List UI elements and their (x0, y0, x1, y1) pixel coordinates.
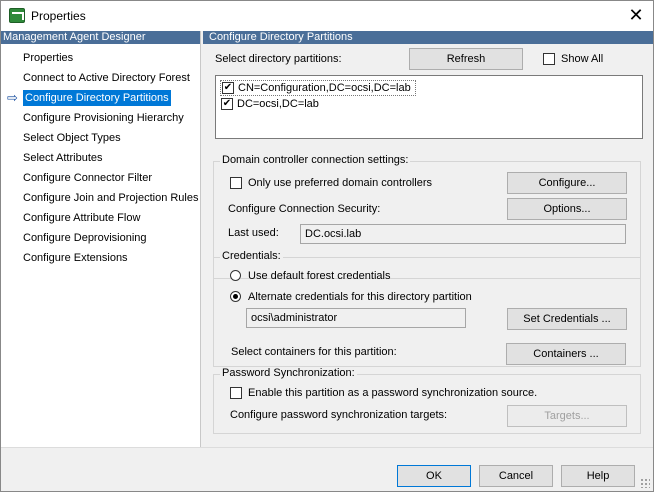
page-title: Configure Directory Partitions (203, 31, 653, 44)
title-bar: Properties ✕ (1, 1, 653, 31)
resize-grip-icon[interactable] (640, 478, 650, 488)
nav-item-join-projection[interactable]: Configure Join and Projection Rules (1, 188, 200, 208)
nav-item-provisioning-hierarchy[interactable]: Configure Provisioning Hierarchy (1, 108, 200, 128)
password-sync-title: Password Synchronization: (220, 367, 357, 379)
preferred-dc-label: Only use preferred domain controllers (248, 177, 433, 189)
ok-button[interactable]: OK (397, 465, 471, 487)
close-icon[interactable]: ✕ (619, 1, 653, 31)
partition-checkbox[interactable]: ✔ (221, 98, 233, 110)
nav-item-label: Select Attributes (23, 152, 103, 164)
targets-button[interactable]: Targets... (507, 405, 627, 427)
properties-dialog: Properties ✕ Management Agent Designer P… (0, 0, 654, 492)
window-title: Properties (31, 9, 86, 23)
list-item[interactable]: ✔ CN=Configuration,DC=ocsi,DC=lab (220, 80, 416, 96)
partition-name: CN=Configuration,DC=ocsi,DC=lab (238, 82, 411, 94)
nav-item-properties[interactable]: Properties (1, 48, 200, 68)
cancel-button[interactable]: Cancel (479, 465, 553, 487)
nav-item-attribute-flow[interactable]: Configure Attribute Flow (1, 208, 200, 228)
help-button[interactable]: Help (561, 465, 635, 487)
nav-pane-header: Management Agent Designer (1, 31, 200, 44)
nav-item-connect-forest[interactable]: Connect to Active Directory Forest (1, 68, 200, 88)
connection-security-label: Configure Connection Security: (228, 203, 381, 215)
nav-item-connector-filter[interactable]: Configure Connector Filter (1, 168, 200, 188)
nav-item-attributes[interactable]: Select Attributes (1, 148, 200, 168)
nav-item-label: Configure Directory Partitions (23, 90, 171, 106)
nav-item-label: Configure Join and Projection Rules (23, 192, 199, 204)
dialog-footer: OK Cancel Help (1, 447, 653, 491)
default-credentials-radio[interactable] (230, 270, 241, 281)
select-partitions-label: Select directory partitions: (215, 53, 342, 65)
partition-checkbox[interactable]: ✔ (222, 82, 234, 94)
show-all-checkbox[interactable] (543, 53, 555, 65)
last-used-label: Last used: (228, 227, 279, 239)
partitions-pane: Configure Directory Partitions Select di… (203, 31, 653, 447)
nav-item-label: Connect to Active Directory Forest (23, 72, 190, 84)
account-field[interactable]: ocsi\administrator (246, 308, 466, 328)
nav-item-object-types[interactable]: Select Object Types (1, 128, 200, 148)
credentials-title: Credentials: (220, 250, 283, 262)
alternate-credentials-label: Alternate credentials for this directory… (248, 291, 472, 303)
show-all-label: Show All (561, 53, 604, 65)
nav-item-configure-directory-partitions[interactable]: ⇨ Configure Directory Partitions (1, 88, 200, 108)
designer-nav-pane: Management Agent Designer Properties Con… (1, 31, 201, 447)
dc-settings-title: Domain controller connection settings: (220, 154, 411, 166)
containers-label: Select containers for this partition: (231, 346, 397, 358)
last-used-field: DC.ocsi.lab (300, 224, 626, 244)
list-item[interactable]: ✔ DC=ocsi,DC=lab (220, 97, 416, 113)
nav-item-deprovisioning[interactable]: Configure Deprovisioning (1, 228, 200, 248)
password-sync-group: Password Synchronization: Enable this pa… (213, 367, 641, 434)
set-credentials-button[interactable]: Set Credentials ... (507, 308, 627, 330)
alternate-credentials-radio[interactable] (230, 291, 241, 302)
refresh-button[interactable]: Refresh (409, 48, 523, 70)
nav-item-extensions[interactable]: Configure Extensions (1, 248, 200, 268)
app-icon (9, 8, 25, 23)
arrow-right-icon: ⇨ (7, 90, 18, 105)
nav-item-label: Configure Attribute Flow (23, 212, 141, 224)
containers-button[interactable]: Containers ... (506, 343, 626, 365)
nav-item-label: Configure Connector Filter (23, 172, 153, 184)
preferred-dc-checkbox[interactable] (230, 177, 242, 189)
sync-targets-label: Configure password synchronization targe… (230, 409, 448, 421)
password-sync-label: Enable this partition as a password sync… (248, 387, 538, 399)
nav-item-label: Select Object Types (23, 132, 121, 144)
options-button[interactable]: Options... (507, 198, 627, 220)
nav-item-label: Configure Provisioning Hierarchy (23, 112, 184, 124)
nav-item-label: Configure Deprovisioning (23, 232, 147, 244)
partitions-listbox[interactable]: ✔ CN=Configuration,DC=ocsi,DC=lab ✔ DC=o… (215, 75, 643, 139)
default-credentials-label: Use default forest credentials (248, 270, 391, 282)
nav-list: Properties Connect to Active Directory F… (1, 44, 200, 268)
nav-item-label: Configure Extensions (23, 252, 128, 264)
password-sync-checkbox[interactable] (230, 387, 242, 399)
configure-button[interactable]: Configure... (507, 172, 627, 194)
nav-item-label: Properties (23, 52, 74, 64)
partition-name: DC=ocsi,DC=lab (237, 98, 319, 110)
